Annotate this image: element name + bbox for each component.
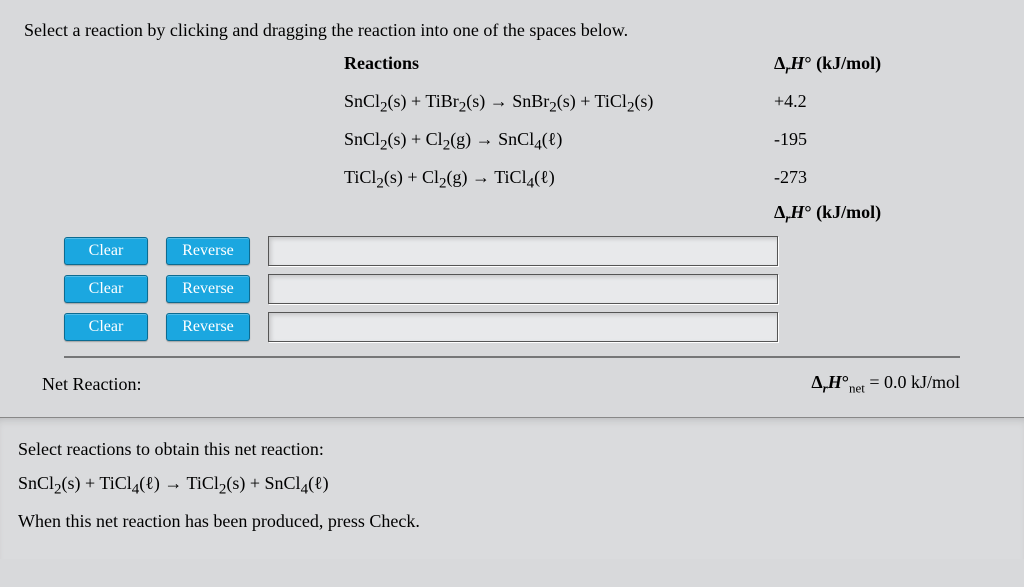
reaction-dh-value: -195 xyxy=(774,122,807,160)
reaction-item[interactable]: TiCl2(s) + Cl2(g) → TiCl4(ℓ) -273 xyxy=(344,160,1000,198)
reaction-drop-slot[interactable] xyxy=(268,312,778,342)
reaction-drop-slot[interactable] xyxy=(268,236,778,266)
dh-slot-header: ΔrH° (kJ/mol) xyxy=(774,202,1000,227)
clear-button[interactable]: Clear xyxy=(64,313,148,341)
net-dh-value: ΔrH°net = 0.0 kJ/mol xyxy=(811,372,1000,397)
reactions-column-header: Reactions xyxy=(344,53,774,78)
check-instruction: When this net reaction has been produced… xyxy=(18,504,1006,538)
dh-column-header: ΔrH° (kJ/mol) xyxy=(774,53,881,78)
target-equation: SnCl2(s) + TiCl4(ℓ) → TiCl2(s) + SnCl4(ℓ… xyxy=(18,466,1006,504)
slot-row: Clear Reverse xyxy=(64,236,1000,266)
reaction-item[interactable]: SnCl2(s) + Cl2(g) → SnCl4(ℓ) -195 xyxy=(344,122,1000,160)
clear-button[interactable]: Clear xyxy=(64,275,148,303)
reverse-button[interactable]: Reverse xyxy=(166,237,250,265)
net-reaction-label: Net Reaction: xyxy=(42,374,141,395)
slot-row: Clear Reverse xyxy=(64,312,1000,342)
drag-instruction: Select a reaction by clicking and draggi… xyxy=(24,20,1000,41)
reaction-item[interactable]: SnCl2(s) + TiBr2(s) → SnBr2(s) + TiCl2(s… xyxy=(344,84,1000,122)
reverse-button[interactable]: Reverse xyxy=(166,313,250,341)
reaction-dh-value: +4.2 xyxy=(774,84,807,122)
reverse-button[interactable]: Reverse xyxy=(166,275,250,303)
divider-line xyxy=(64,356,960,358)
slot-row: Clear Reverse xyxy=(64,274,1000,304)
target-reaction-panel: Select reactions to obtain this net reac… xyxy=(0,417,1024,558)
reaction-drop-slot[interactable] xyxy=(268,274,778,304)
reaction-equation: TiCl2(s) + Cl2(g) → TiCl4(ℓ) xyxy=(344,160,774,198)
reaction-equation: SnCl2(s) + Cl2(g) → SnCl4(ℓ) xyxy=(344,122,774,160)
reaction-equation: SnCl2(s) + TiBr2(s) → SnBr2(s) + TiCl2(s… xyxy=(344,84,774,122)
clear-button[interactable]: Clear xyxy=(64,237,148,265)
reaction-dh-value: -273 xyxy=(774,160,807,198)
target-instruction: Select reactions to obtain this net reac… xyxy=(18,432,1006,466)
